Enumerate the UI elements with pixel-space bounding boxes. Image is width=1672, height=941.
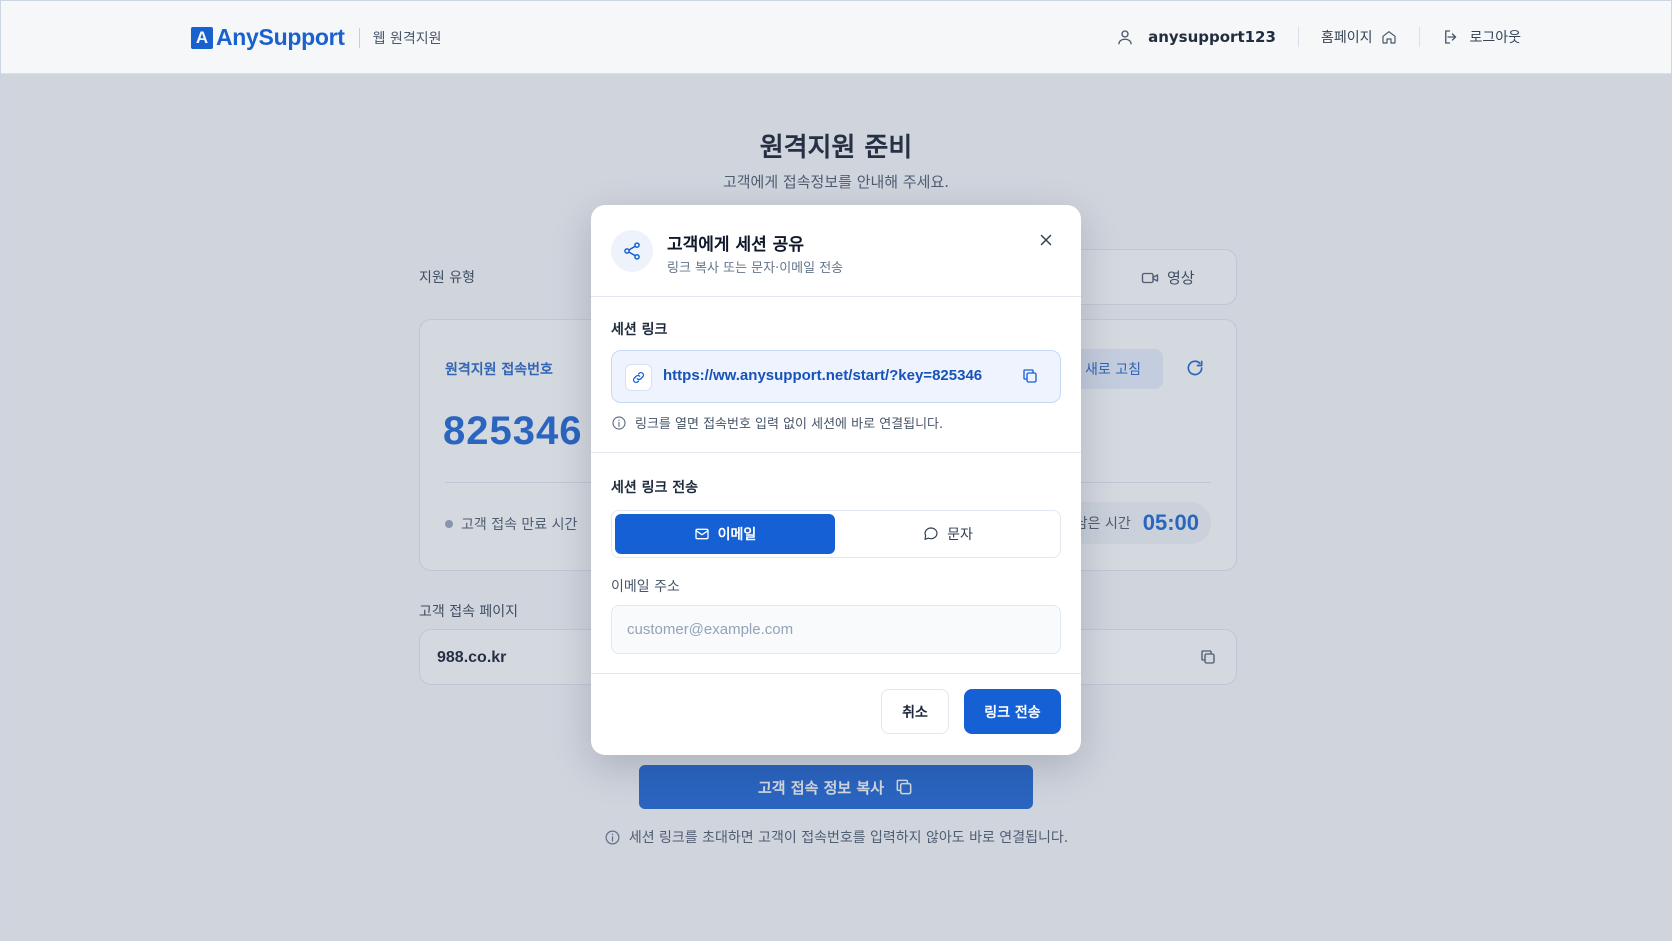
session-link-box[interactable]: https://ww.anysupport.net/start/?key=825…: [611, 350, 1061, 403]
modal-header: 고객에게 세션 공유 링크 복사 또는 문자·이메일 전송: [591, 205, 1081, 297]
link-info-text: 링크를 열면 접속번호 입력 없이 세션에 바로 연결됩니다.: [635, 417, 944, 432]
email-field[interactable]: [611, 605, 1061, 654]
close-icon[interactable]: [1037, 231, 1055, 249]
modal-divider: [591, 452, 1081, 453]
tab-sms-label: 문자: [947, 527, 973, 543]
modal-footer: 취소 링크 전송: [591, 673, 1081, 755]
share-session-modal: 고객에게 세션 공유 링크 복사 또는 문자·이메일 전송 세션 링크 http…: [591, 205, 1081, 755]
session-link-label: 세션 링크: [611, 322, 668, 338]
info-icon: [611, 415, 627, 431]
app-window: A AnySupport 웹 원격지원 anysupport123 홈페이지 로…: [0, 0, 1672, 941]
cancel-button[interactable]: 취소: [881, 689, 949, 734]
modal-title: 고객에게 세션 공유: [667, 235, 804, 255]
mail-icon: [694, 526, 710, 542]
message-icon: [923, 526, 939, 542]
modal-subtitle: 링크 복사 또는 문자·이메일 전송: [667, 261, 844, 276]
tab-sms[interactable]: 문자: [838, 514, 1058, 554]
send-method-toggle: 이메일 문자: [611, 510, 1061, 558]
copy-link-icon[interactable]: [1021, 367, 1039, 385]
tab-email[interactable]: 이메일: [615, 514, 835, 554]
email-field-label: 이메일 주소: [611, 579, 680, 595]
share-icon: [611, 230, 653, 272]
link-info: 링크를 열면 접속번호 입력 없이 세션에 바로 연결됩니다.: [611, 413, 943, 432]
send-link-label: 세션 링크 전송: [611, 480, 699, 496]
send-link-button[interactable]: 링크 전송: [964, 689, 1061, 734]
tab-email-label: 이메일: [717, 527, 757, 543]
link-icon: [625, 364, 652, 391]
session-link-url: https://ww.anysupport.net/start/?key=825…: [663, 367, 983, 384]
modal-backdrop-header: [1, 1, 1671, 74]
